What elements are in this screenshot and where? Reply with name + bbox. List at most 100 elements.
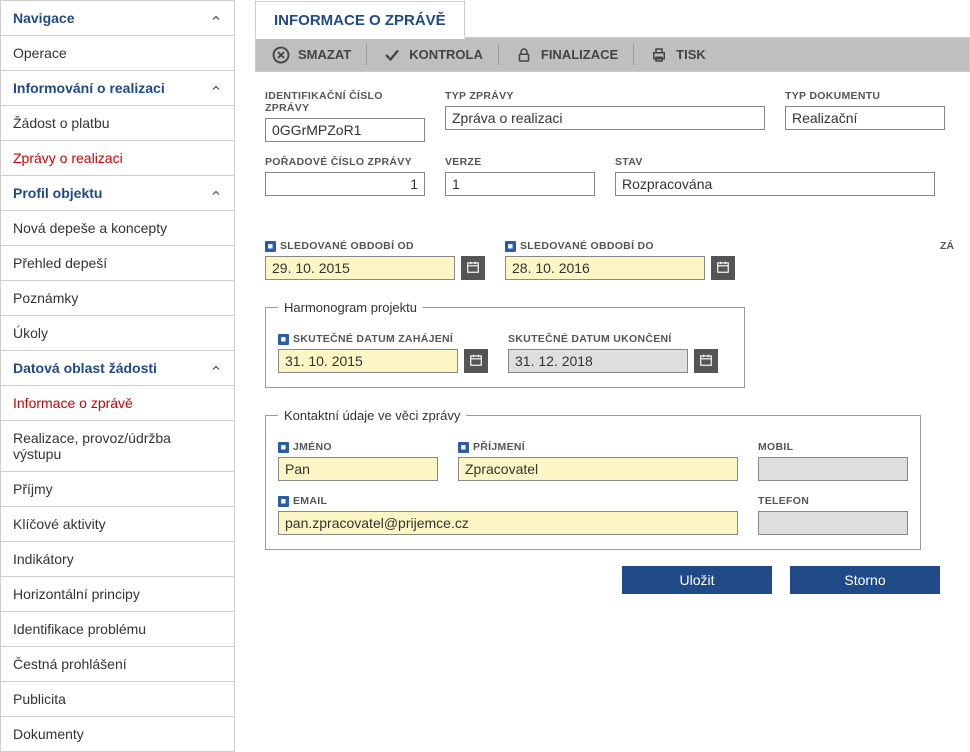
email-input[interactable] [278,511,738,535]
od-label: ■SLEDOVANÉ OBDOBÍ OD [265,240,485,252]
kontrola-button[interactable]: KONTROLA [367,38,499,71]
sidebar-item-label: Žádost o platbu [13,115,110,131]
od-calendar-button[interactable] [461,256,485,280]
verze-input[interactable] [445,172,595,196]
stav-label: STAV [615,156,935,168]
kontakt-fieldset: Kontaktní údaje ve věci zprávy ■JMÉNO ■P… [265,408,921,550]
sidebar-item-dokumenty[interactable]: Dokumenty [1,717,234,751]
finalizace-button[interactable]: FINALIZACE [499,38,634,71]
sidebar-item-label: Nová depeše a koncepty [13,220,167,236]
form-area: IDENTIFIKAČNÍ ČÍSLO ZPRÁVY TYP ZPRÁVY TY… [255,72,970,604]
sidebar-item-label: Identifikace problému [13,621,146,637]
zal-label: ZÁ [940,240,954,252]
do-label: ■SLEDOVANÉ OBDOBÍ DO [505,240,735,252]
tab-informace-o-zprave[interactable]: INFORMACE O ZPRÁVĚ [255,1,465,39]
poradove-label: POŘADOVÉ ČÍSLO ZPRÁVY [265,156,425,168]
harmonogram-legend: Harmonogram projektu [278,300,423,315]
stav-input[interactable] [615,172,935,196]
sidebar-item-horizont-ln-principy[interactable]: Horizontální principy [1,577,234,612]
sidebar-item-label: Klíčové aktivity [13,516,106,532]
sidebar-item-p-jmy[interactable]: Příjmy [1,472,234,507]
sidebar-item-label: Úkoly [13,325,48,341]
sidebar-item-informov-n-o-realizaci[interactable]: Informování o realizaci [1,71,234,106]
sidebar-item-label: Publicita [13,691,66,707]
do-input[interactable] [505,256,705,280]
id-input[interactable] [265,118,425,142]
sidebar-item-label: Operace [13,45,67,61]
smazat-button[interactable]: SMAZAT [256,38,367,71]
jmeno-label: ■JMÉNO [278,441,438,453]
od-input[interactable] [265,256,455,280]
zahajeni-label: ■SKUTEČNÉ DATUM ZAHÁJENÍ [278,333,488,345]
prijmeni-input[interactable] [458,457,738,481]
ukonceni-label: SKUTEČNÉ DATUM UKONČENÍ [508,333,718,345]
verze-label: VERZE [445,156,595,168]
sidebar-item-pozn-mky[interactable]: Poznámky [1,281,234,316]
check-icon [383,46,401,64]
chevron-up-icon [210,187,222,199]
typ-zpravy-input[interactable] [445,106,765,130]
finalizace-label: FINALIZACE [541,47,618,62]
chevron-up-icon [210,82,222,94]
sidebar-item-realizace-provoz-dr-ba-v-stupu[interactable]: Realizace, provoz/údržba výstupu [1,421,234,472]
jmeno-input[interactable] [278,457,438,481]
kontrola-label: KONTROLA [409,47,483,62]
smazat-label: SMAZAT [298,47,351,62]
cancel-button[interactable]: Storno [790,566,940,594]
sidebar-item-identifikace-probl-mu[interactable]: Identifikace problému [1,612,234,647]
email-label: ■EMAIL [278,495,738,507]
typ-dok-input[interactable] [785,106,945,130]
sidebar-item-indik-tory[interactable]: Indikátory [1,542,234,577]
sidebar-item-nov-depe-e-a-koncepty[interactable]: Nová depeše a koncepty [1,211,234,246]
poradove-input[interactable] [265,172,425,196]
prijmeni-label: ■PŘÍJMENÍ [458,441,738,453]
ukonceni-input[interactable] [508,349,688,373]
sidebar-item-label: Navigace [13,10,74,26]
tisk-button[interactable]: TISK [634,38,722,71]
sidebar-item-zpr-vy-o-realizaci[interactable]: Zprávy o realizaci [1,141,234,176]
sidebar-item-label: Příjmy [13,481,53,497]
sidebar-item-label: Horizontální principy [13,586,140,602]
sidebar-item-publicita[interactable]: Publicita [1,682,234,717]
sidebar-item-kl-ov-aktivity[interactable]: Klíčové aktivity [1,507,234,542]
save-button[interactable]: Uložit [622,566,772,594]
sidebar-item-label: Poznámky [13,290,78,306]
sidebar-item-label: Indikátory [13,551,74,567]
calendar-icon [716,260,730,277]
zahajeni-calendar-button[interactable] [464,349,488,373]
sidebar-item-datov-oblast-dosti[interactable]: Datová oblast žádosti [1,351,234,386]
typ-zpravy-label: TYP ZPRÁVY [445,90,765,102]
sidebar-item-operace[interactable]: Operace [1,36,234,71]
ukonceni-calendar-button[interactable] [694,349,718,373]
typ-dok-label: TYP DOKUMENTU [785,90,945,102]
chevron-up-icon [210,12,222,24]
sidebar-item--dost-o-platbu[interactable]: Žádost o platbu [1,106,234,141]
sidebar-item-label: Realizace, provoz/údržba výstupu [13,430,222,462]
sidebar-item-informace-o-zpr-v-[interactable]: Informace o zprávě [1,386,234,421]
zahajeni-input[interactable] [278,349,458,373]
sidebar-item-label: Informace o zprávě [13,395,133,411]
main-area: INFORMACE O ZPRÁVĚ SMAZAT KONTROLA FINAL… [235,0,970,752]
sidebar-item-label: Profil objektu [13,185,102,201]
do-calendar-button[interactable] [711,256,735,280]
calendar-icon [469,353,483,370]
sidebar-item-navigace[interactable]: Navigace [1,1,234,36]
sidebar-item-label: Čestná prohlášení [13,656,127,672]
tab-row: INFORMACE O ZPRÁVĚ [255,0,970,38]
sidebar-item--estn-prohl-en-[interactable]: Čestná prohlášení [1,647,234,682]
sidebar-item-label: Informování o realizaci [13,80,165,96]
kontakt-legend: Kontaktní údaje ve věci zprávy [278,408,466,423]
sidebar-item--koly[interactable]: Úkoly [1,316,234,351]
telefon-input[interactable] [758,511,908,535]
mobil-input[interactable] [758,457,908,481]
sidebar-item-label: Zprávy o realizaci [13,150,123,166]
calendar-icon [699,353,713,370]
sidebar-item-profil-objektu[interactable]: Profil objektu [1,176,234,211]
calendar-icon [466,260,480,277]
id-label: IDENTIFIKAČNÍ ČÍSLO ZPRÁVY [265,90,425,114]
chevron-up-icon [210,362,222,374]
lock-icon [515,46,533,64]
sidebar-item-p-ehled-depe-[interactable]: Přehled depeší [1,246,234,281]
tisk-label: TISK [676,47,706,62]
sidebar-item-label: Datová oblast žádosti [13,360,157,376]
